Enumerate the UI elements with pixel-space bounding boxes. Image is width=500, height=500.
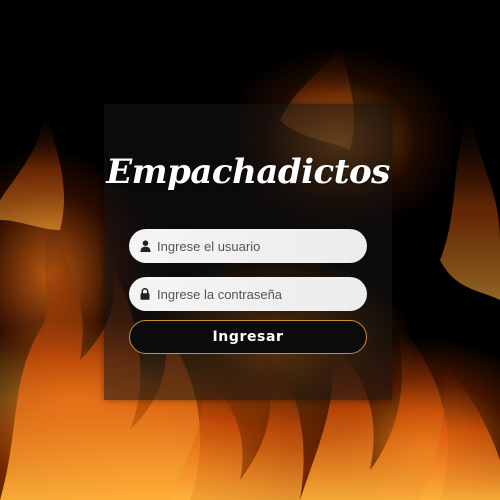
login-submit-button[interactable]: Ingresar: [129, 320, 367, 354]
username-input[interactable]: [157, 238, 357, 254]
username-field[interactable]: [129, 229, 367, 263]
login-card: Empachadictos Ingresar: [104, 104, 392, 400]
password-field[interactable]: [129, 277, 367, 311]
lock-icon: [139, 288, 151, 300]
password-input[interactable]: [157, 286, 357, 302]
brand-logo: Empachadictos: [106, 152, 390, 192]
flame-background: Empachadictos Ingresar: [0, 0, 500, 500]
user-icon: [139, 240, 151, 252]
